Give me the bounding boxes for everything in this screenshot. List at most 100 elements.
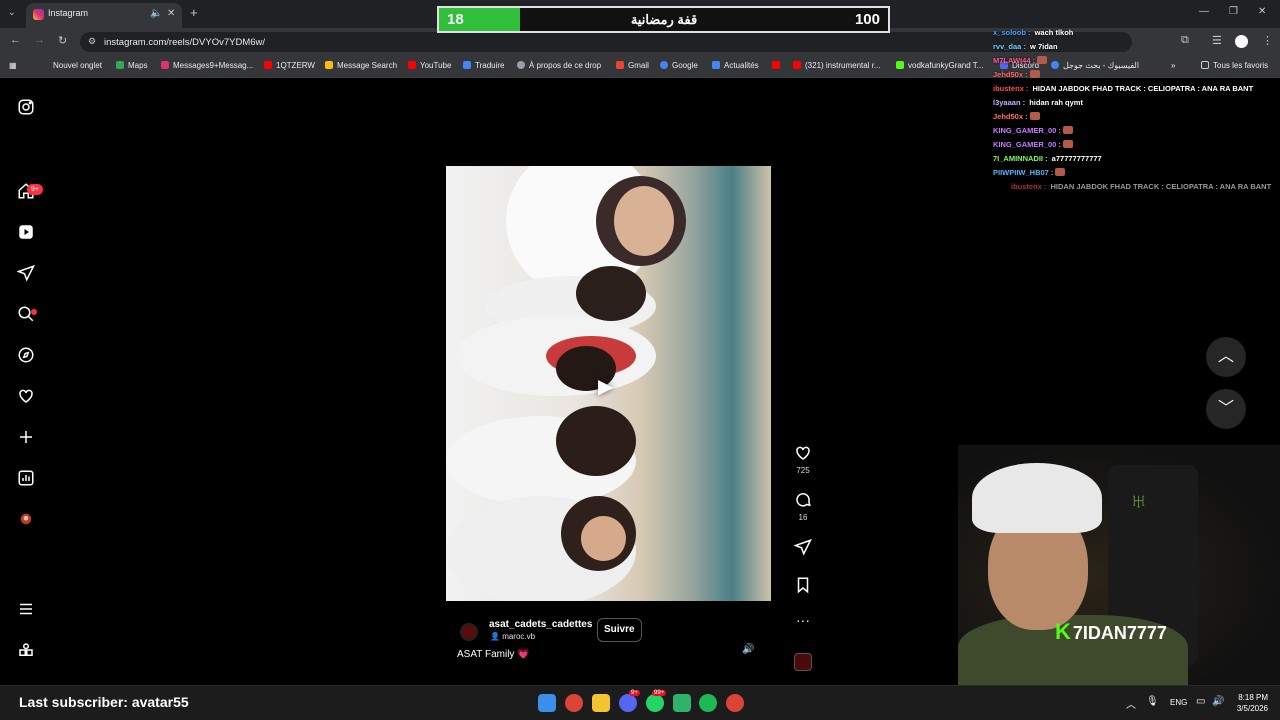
bookmark-item[interactable]: Maps xyxy=(116,61,148,70)
youtube-icon xyxy=(793,61,801,69)
new-tab-icon[interactable]: + xyxy=(190,5,198,20)
reload-icon[interactable]: ↻ xyxy=(58,34,67,47)
chat-username[interactable]: Jehd50x : xyxy=(993,112,1028,121)
reel-audio[interactable]: 👤 maroc.vb xyxy=(490,632,535,641)
bookmark-item[interactable]: الفيسبوك - بحث جوجل xyxy=(1051,61,1139,70)
network-icon[interactable]: ▭ xyxy=(1196,696,1205,707)
maps-icon xyxy=(116,61,124,69)
more-options-icon[interactable]: ··· xyxy=(792,612,814,628)
window-close-icon[interactable]: ✕ xyxy=(1258,6,1266,17)
bookmark-item[interactable]: (321) instrumental r... xyxy=(793,61,881,70)
chart-icon xyxy=(325,61,333,69)
bookmark-item[interactable]: YouTube xyxy=(408,61,451,70)
chat-message: rvv_daa : w 7idan xyxy=(993,42,1058,51)
chat-username[interactable]: M7LAWI44 : xyxy=(993,56,1035,65)
messages-badge: 9+ xyxy=(27,184,43,195)
explore-icon[interactable] xyxy=(17,346,35,364)
reel-player[interactable]: ▶ asat_cadets_cadettes 👤 maroc.vb Suivre… xyxy=(446,94,771,674)
tab-instagram[interactable]: Instagram 🔈 ✕ xyxy=(26,3,182,28)
bookmark-item[interactable]: Messages9+Messag... xyxy=(161,61,253,70)
spotify-icon[interactable] xyxy=(699,694,717,712)
create-icon[interactable] xyxy=(17,428,35,446)
bookmark-item[interactable]: À propos de ce drop xyxy=(517,61,601,70)
apps-icon[interactable]: ▦ xyxy=(9,61,17,70)
chrome-icon[interactable] xyxy=(565,694,583,712)
kick-icon xyxy=(896,61,904,69)
also-from-meta-icon[interactable] xyxy=(17,641,35,659)
all-bookmarks[interactable]: Tous les favoris xyxy=(1201,61,1268,70)
chat-username[interactable]: ibustenx : xyxy=(993,84,1028,93)
maximize-icon[interactable]: ❐ xyxy=(1229,6,1238,17)
volume-icon[interactable]: 🔊 xyxy=(742,644,754,655)
tab-search-icon[interactable]: ⌄ xyxy=(8,7,16,18)
video-figure xyxy=(614,186,674,256)
bookmark-item[interactable]: Traduire xyxy=(463,61,505,70)
chat-username[interactable]: l3yaaan : xyxy=(993,98,1025,107)
bookmark-item[interactable]: Message Search xyxy=(325,61,397,70)
save-icon[interactable] xyxy=(792,576,814,599)
bookmark-item[interactable]: Gmail xyxy=(616,61,649,70)
microphone-icon[interactable]: 🎙 xyxy=(1146,696,1159,707)
volume-tray-icon[interactable]: 🔊 xyxy=(1212,696,1224,707)
bookmark-item[interactable] xyxy=(772,61,784,70)
chat-username[interactable]: PIIWPIIW_HB07 : xyxy=(993,168,1053,177)
file-explorer-icon[interactable] xyxy=(592,694,610,712)
bookmark-item[interactable]: Google xyxy=(660,61,698,70)
chat-username[interactable]: Jehd50x : xyxy=(993,70,1028,79)
profile-avatar[interactable] xyxy=(1235,35,1248,48)
share-icon[interactable] xyxy=(792,538,814,561)
address-bar[interactable]: ⚙ instagram.com/reels/DVYOv7YDM6w/ xyxy=(80,32,1132,52)
whatsapp-icon[interactable] xyxy=(646,694,664,712)
reels-icon[interactable] xyxy=(17,223,35,241)
audio-thumbnail[interactable] xyxy=(794,653,812,671)
tab-close-icon[interactable]: ✕ xyxy=(167,8,175,19)
instagram-logo-icon[interactable] xyxy=(17,98,35,116)
chat-username[interactable]: KING_GAMER_00 : xyxy=(993,126,1061,135)
menu-icon[interactable]: ⋮ xyxy=(1262,34,1273,47)
news-icon xyxy=(712,61,720,69)
chat-username[interactable]: ibustenx : xyxy=(1011,182,1046,191)
play-icon[interactable]: ▶ xyxy=(598,374,618,398)
site-info-icon[interactable]: ⚙ xyxy=(88,36,96,47)
system-clock[interactable]: 8:18 PM 3/5/2026 xyxy=(1232,692,1268,714)
profile-avatar-icon[interactable] xyxy=(17,510,35,528)
windows-start-icon[interactable] xyxy=(538,694,556,712)
reel-author[interactable]: asat_cadets_cadettes xyxy=(489,619,592,630)
dashboard-icon[interactable] xyxy=(17,469,35,487)
chat-username[interactable]: 7I_AMINNADII : xyxy=(993,154,1048,163)
back-icon[interactable]: ← xyxy=(10,34,21,46)
notification-dot xyxy=(31,309,37,315)
bookmark-item[interactable]: 1QTZERW xyxy=(264,61,315,70)
forward-icon[interactable]: → xyxy=(34,34,45,46)
comment-icon[interactable] xyxy=(792,491,814,514)
chat-username[interactable]: x_soloob : xyxy=(993,28,1031,37)
more-menu-icon[interactable] xyxy=(17,600,35,618)
url-text[interactable]: instagram.com/reels/DVYOv7YDM6w/ xyxy=(104,37,265,48)
chat-username[interactable]: rvv_daa : xyxy=(993,42,1026,51)
sidepanel-icon[interactable]: ☰ xyxy=(1212,34,1222,47)
minimize-icon[interactable]: — xyxy=(1199,6,1209,17)
streamer-cap xyxy=(972,463,1102,533)
tray-chevron-icon[interactable]: ︿ xyxy=(1126,696,1136,711)
notifications-heart-icon[interactable] xyxy=(17,387,35,405)
tab-audio-icon[interactable]: 🔈 xyxy=(150,8,162,19)
discord-icon[interactable] xyxy=(619,694,637,712)
extensions-icon[interactable]: ⧉ xyxy=(1181,34,1189,47)
bookmark-item[interactable]: Actualités xyxy=(712,61,759,70)
follow-button[interactable]: Suivre xyxy=(597,618,642,642)
bookmark-item[interactable]: vodkafunkyGrand T... xyxy=(896,61,983,70)
bookmark-item[interactable]: Nouvel onglet xyxy=(53,61,102,70)
messages-icon[interactable] xyxy=(16,264,35,282)
app-icon[interactable] xyxy=(673,694,691,712)
author-avatar[interactable] xyxy=(460,623,478,641)
previous-reel-button[interactable]: ︿ xyxy=(1206,337,1246,377)
next-reel-button[interactable]: ﹀ xyxy=(1206,389,1246,429)
youtube-icon xyxy=(408,61,416,69)
taskbar: Last subscriber: avatar55 9+ 99+ ︿ 🎙 ENG… xyxy=(0,685,1280,720)
language-indicator[interactable]: ENG xyxy=(1170,698,1187,707)
chat-text: HIDAN JABDOK FHAD TRACK : CELIOPATRA : A… xyxy=(1048,182,1272,191)
like-icon[interactable] xyxy=(792,444,814,467)
chrome-active-icon[interactable] xyxy=(726,694,744,712)
more-bookmarks-icon[interactable]: » xyxy=(1171,61,1175,70)
chat-username[interactable]: KING_GAMER_00 : xyxy=(993,140,1061,149)
